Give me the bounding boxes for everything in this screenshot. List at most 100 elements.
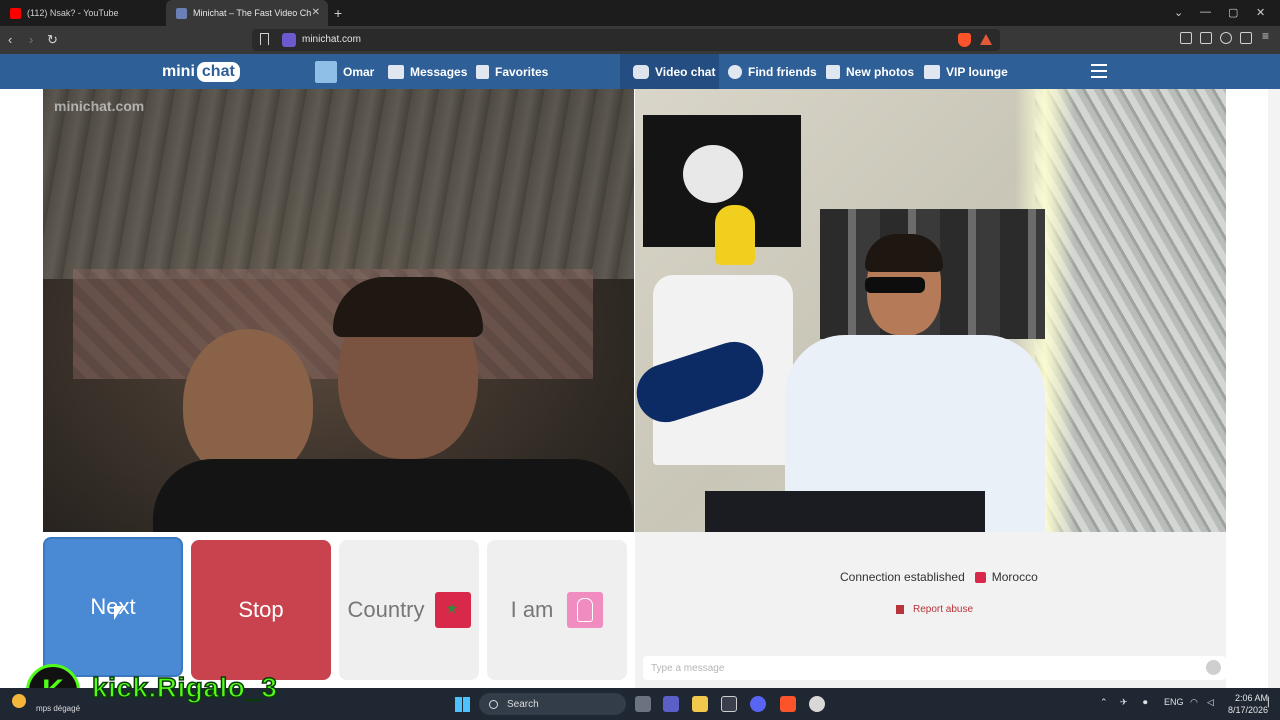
tab-label: (112) Nsak? - YouTube (27, 8, 119, 18)
windows-start-icon[interactable] (455, 697, 470, 712)
nav-new-photos[interactable]: New photos (826, 54, 914, 89)
scrollbar[interactable] (1268, 89, 1280, 688)
nav-vip-lounge[interactable]: VIP lounge (924, 54, 1008, 89)
video-background (43, 89, 634, 279)
connection-status-text: Connection established (840, 570, 965, 584)
browser-toolbar: ‹ › ↻ minichat.com (0, 26, 1280, 54)
minion-figure (715, 205, 755, 265)
nav-favorites-label: Favorites (495, 64, 549, 79)
file-explorer-icon[interactable] (692, 696, 708, 712)
address-bar[interactable]: minichat.com (252, 29, 1000, 51)
close-window-icon[interactable]: ✕ (1256, 6, 1265, 19)
search-icon (728, 64, 742, 79)
clock-time: 2:06 AM (1235, 693, 1269, 703)
person-face (183, 329, 313, 479)
gender-button[interactable]: I am (487, 540, 627, 680)
morocco-flag-icon (974, 571, 986, 583)
message-input[interactable] (643, 656, 1226, 680)
flag-icon (476, 64, 489, 79)
minichat-favicon-icon (176, 7, 187, 19)
logo-text-left: mini (162, 63, 195, 80)
hamburger-menu-icon[interactable] (1091, 64, 1107, 78)
volume-icon[interactable]: ◁ (1207, 697, 1214, 708)
nav-video-chat-label: Video chat (655, 64, 716, 79)
nav-vip-lounge-label: VIP lounge (946, 64, 1008, 79)
url-text[interactable]: minichat.com (302, 34, 361, 45)
report-abuse-link[interactable]: Report abuse (896, 604, 973, 615)
partner-country: Morocco (991, 570, 1038, 584)
tab-youtube[interactable]: (112) Nsak? - YouTube (0, 0, 166, 26)
network-icon[interactable]: ✈ (1120, 697, 1128, 708)
weather-icon[interactable] (12, 694, 26, 708)
search-icon (489, 699, 498, 709)
brave-shields-icon[interactable] (958, 33, 971, 47)
envelope-icon (388, 64, 404, 79)
partner-video (43, 89, 634, 532)
vpn-shield-icon[interactable] (1240, 32, 1252, 44)
wifi-icon[interactable]: ◠ (1190, 697, 1198, 708)
nav-messages[interactable]: Messages (388, 54, 467, 89)
nav-favorites[interactable]: Favorites (476, 54, 548, 89)
store-icon[interactable] (721, 696, 737, 712)
taskbar-clock[interactable]: 2:06 AM 8/17/2026 (1228, 692, 1268, 716)
site-icon (282, 33, 296, 47)
nav-messages-label: Messages (410, 64, 468, 79)
person-hair (333, 277, 483, 337)
minimize-icon[interactable]: — (1200, 6, 1211, 18)
maximize-icon[interactable]: ▢ (1228, 6, 1238, 19)
forward-icon[interactable]: › (29, 32, 33, 47)
next-button[interactable]: Next (43, 537, 183, 677)
chat-bubble-icon (633, 64, 649, 79)
nav-find-friends-label: Find friends (748, 64, 817, 79)
close-tab-icon[interactable]: ✕ (312, 7, 320, 18)
language-indicator[interactable]: ENG (1164, 697, 1184, 707)
menu-icon[interactable]: ≡ (1262, 29, 1274, 43)
person-shirt (153, 459, 633, 532)
chevron-up-icon[interactable]: ⌃ (1100, 697, 1108, 708)
flag-icon (896, 605, 904, 614)
skull-icon (683, 145, 743, 203)
extensions-icon[interactable] (1220, 32, 1232, 44)
country-button-label: Country (347, 597, 425, 622)
nav-profile-label: Omar (343, 64, 375, 79)
connection-status: Connection established Morocco (840, 570, 1038, 584)
sidebar-icon[interactable] (1180, 32, 1192, 44)
logo-text-right: chat (196, 62, 240, 82)
discord-icon[interactable] (750, 696, 766, 712)
teams-icon[interactable] (663, 696, 679, 712)
wallet-icon[interactable] (1200, 32, 1212, 44)
tab-label: Minichat – The Fast Video Ch (193, 8, 312, 18)
morocco-flag-icon (434, 592, 471, 628)
task-view-icon[interactable] (635, 696, 651, 712)
emoji-icon[interactable] (1206, 660, 1221, 675)
country-button[interactable]: Country (339, 540, 479, 680)
nav-find-friends[interactable]: Find friends (728, 54, 817, 89)
back-icon[interactable]: ‹ (8, 32, 12, 47)
notifications-icon[interactable]: ▏ (1268, 697, 1275, 708)
new-tab-button[interactable]: + (334, 5, 342, 21)
taskbar-search-label: Search (507, 698, 539, 710)
site-logo[interactable]: mini chat (162, 60, 240, 84)
video-watermark: minichat.com (54, 98, 145, 114)
nav-profile[interactable]: Omar (315, 54, 374, 89)
grid-icon (826, 64, 840, 79)
bookmark-icon[interactable] (260, 33, 269, 45)
gender-button-label: I am (510, 597, 554, 622)
obs-icon[interactable] (809, 696, 825, 712)
tab-minichat[interactable]: Minichat – The Fast Video Ch ✕ (164, 0, 328, 274)
nav-video-chat[interactable]: Video chat (633, 54, 715, 89)
reload-icon[interactable]: ↻ (47, 32, 58, 48)
keyboard (705, 491, 985, 532)
tab-list-icon[interactable]: ⌄ (1174, 6, 1183, 19)
report-abuse-label: Report abuse (913, 604, 974, 615)
brave-rewards-icon[interactable] (980, 34, 992, 45)
nav-new-photos-label: New photos (846, 64, 914, 79)
microphone-icon[interactable]: ⏺ (1143, 697, 1148, 708)
sunglasses (865, 277, 925, 293)
stop-button[interactable]: Stop (191, 540, 331, 680)
taskbar-search[interactable]: Search (479, 693, 626, 715)
stream-handle: kick.Rigalo_3 (91, 671, 278, 704)
brave-icon[interactable] (780, 696, 796, 712)
avatar (315, 60, 337, 83)
self-video (635, 89, 1226, 532)
